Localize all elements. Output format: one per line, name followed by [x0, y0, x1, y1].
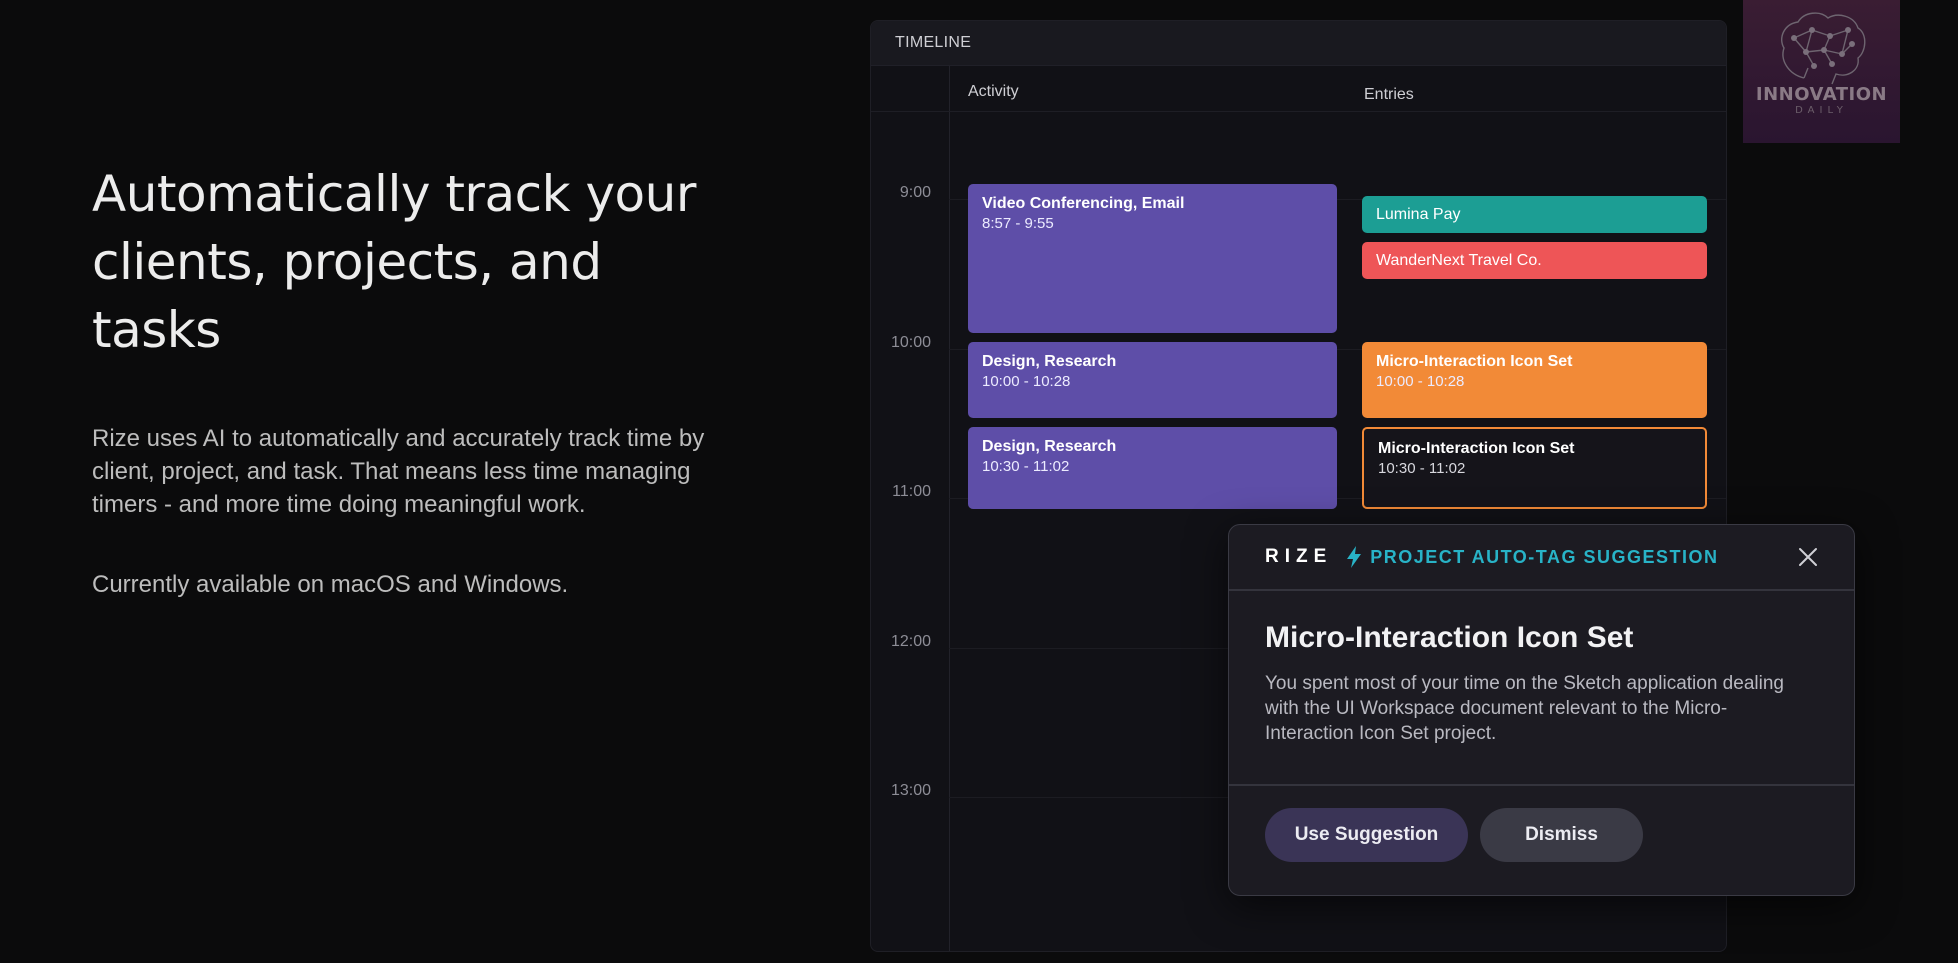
hour-label: 9:00	[899, 184, 931, 201]
logo-name: INNOVATION	[1755, 84, 1888, 105]
brain-network-icon	[1780, 12, 1865, 85]
entry-block-time: 10:30 - 11:02	[1378, 460, 1466, 477]
activity-block[interactable]: Video Conferencing, Email 8:57 - 9:55	[968, 184, 1337, 333]
availability-note: Currently available on macOS and Windows…	[92, 571, 569, 598]
entry-block[interactable]: Micro-Interaction Icon Set 10:00 - 10:28	[1362, 342, 1707, 418]
activity-block[interactable]: Design, Research 10:30 - 11:02	[968, 427, 1337, 509]
popup-actions: Use Suggestion Dismiss	[1229, 786, 1854, 884]
column-header-divider	[871, 111, 1726, 112]
entry-block-selected[interactable]: Micro-Interaction Icon Set 10:30 - 11:02	[1362, 427, 1707, 509]
activity-column-header: Activity	[968, 83, 1019, 100]
lightning-bolt-icon	[1346, 546, 1362, 568]
activity-block-title: Design, Research	[982, 353, 1117, 370]
entry-block-title: Micro-Interaction Icon Set	[1376, 353, 1573, 370]
activity-block-title: Video Conferencing, Email	[982, 195, 1185, 212]
entry-block[interactable]: WanderNext Travel Co.	[1362, 242, 1707, 279]
popup-header: RIZE PROJECT AUTO-TAG SUGGESTION	[1229, 525, 1854, 591]
suggested-project-title: Micro-Interaction Icon Set	[1265, 621, 1634, 654]
hero-section: Automatically track your clients, projec…	[92, 160, 752, 601]
activity-block-time: 10:30 - 11:02	[982, 458, 1070, 475]
use-suggestion-button[interactable]: Use Suggestion	[1265, 808, 1468, 862]
entry-block-title: Micro-Interaction Icon Set	[1378, 440, 1575, 457]
headline-line: Automatically track your	[92, 165, 696, 223]
close-icon[interactable]	[1798, 547, 1818, 567]
hour-label: 12:00	[890, 633, 931, 650]
activity-block-time: 8:57 - 9:55	[982, 215, 1054, 232]
timeline-header: TIMELINE	[871, 21, 1726, 66]
popup-body: Micro-Interaction Icon Set You spent mos…	[1229, 591, 1854, 786]
suggestion-type-label: PROJECT AUTO-TAG SUGGESTION	[1370, 546, 1719, 567]
page-headline: Automatically track your clients, projec…	[92, 160, 752, 364]
headline-line: clients, projects, and	[92, 233, 602, 291]
suggestion-description: You spent most of your time on the Sketc…	[1265, 673, 1784, 744]
activity-block-time: 10:00 - 10:28	[982, 373, 1071, 390]
hour-label: 11:00	[892, 483, 931, 500]
entries-column-header: Entries	[1364, 86, 1414, 103]
hour-label: 13:00	[890, 782, 931, 799]
entry-block[interactable]: Lumina Pay	[1362, 196, 1707, 233]
activity-block-title: Design, Research	[982, 438, 1117, 455]
hour-label: 10:00	[890, 334, 931, 351]
entry-block-time: 10:00 - 10:28	[1376, 373, 1465, 390]
logo-subtitle: DAILY	[1795, 105, 1848, 116]
rize-brand: RIZE	[1265, 546, 1333, 567]
timeline-title: TIMELINE	[895, 34, 972, 51]
hero-description: Rize uses AI to automatically and accura…	[92, 425, 705, 518]
headline-line: tasks	[92, 301, 221, 359]
innovation-daily-logo: INNOVATION DAILY	[1743, 0, 1900, 143]
entry-block-title: WanderNext Travel Co.	[1376, 251, 1542, 269]
dismiss-button[interactable]: Dismiss	[1480, 808, 1643, 862]
entry-block-title: Lumina Pay	[1376, 205, 1461, 223]
activity-block[interactable]: Design, Research 10:00 - 10:28	[968, 342, 1337, 418]
auto-tag-suggestion-popup: RIZE PROJECT AUTO-TAG SUGGESTION Micro-I…	[1228, 524, 1855, 896]
